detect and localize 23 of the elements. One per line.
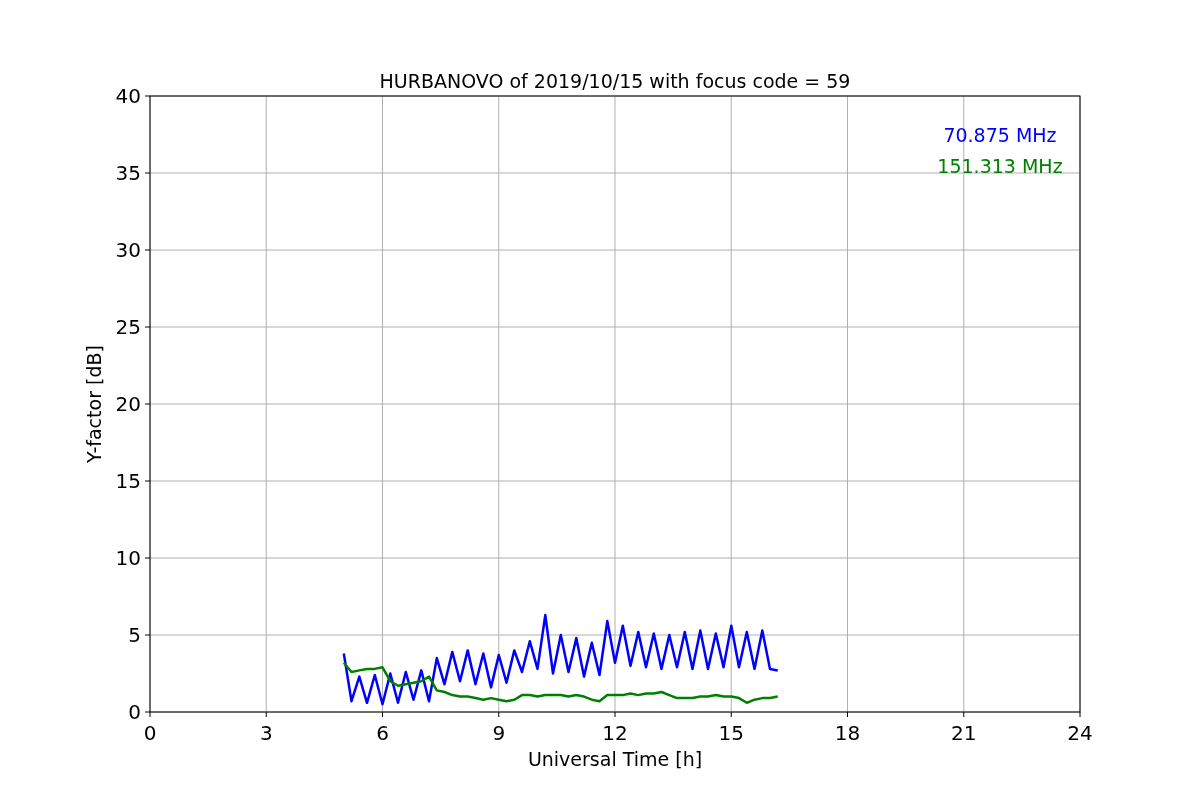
y-tick-label: 30 <box>115 238 141 262</box>
x-tick-label: 21 <box>951 721 977 745</box>
x-tick-label: 18 <box>834 721 861 745</box>
x-tick-label: 9 <box>492 721 506 745</box>
x-tick-label: 6 <box>376 721 389 745</box>
x-tick-label: 3 <box>259 721 273 745</box>
x-tick-label: 15 <box>718 721 744 745</box>
x-axis-label: Universal Time [h] <box>527 748 703 770</box>
y-tick-label: 10 <box>115 546 141 570</box>
series-label: 151.313 MHz <box>937 155 1063 177</box>
y-tick-label: 35 <box>115 161 141 185</box>
y-tick-label: 5 <box>128 623 141 647</box>
y-tick-label: 15 <box>115 469 141 493</box>
x-tick-label: 12 <box>602 721 628 745</box>
y-tick-label: 0 <box>128 700 141 724</box>
chart-title: HURBANOVO of 2019/10/15 with focus code = 59 <box>379 70 851 92</box>
y-tick-label: 25 <box>115 315 141 339</box>
x-tick-label: 24 <box>1067 721 1093 745</box>
x-tick-label: 0 <box>143 721 157 745</box>
y-axis-label: Y-factor [dB] <box>83 345 105 463</box>
y-tick-label: 40 <box>115 84 141 108</box>
series-label: 70.875 MHz <box>943 124 1057 146</box>
y-tick-label: 20 <box>115 392 141 416</box>
